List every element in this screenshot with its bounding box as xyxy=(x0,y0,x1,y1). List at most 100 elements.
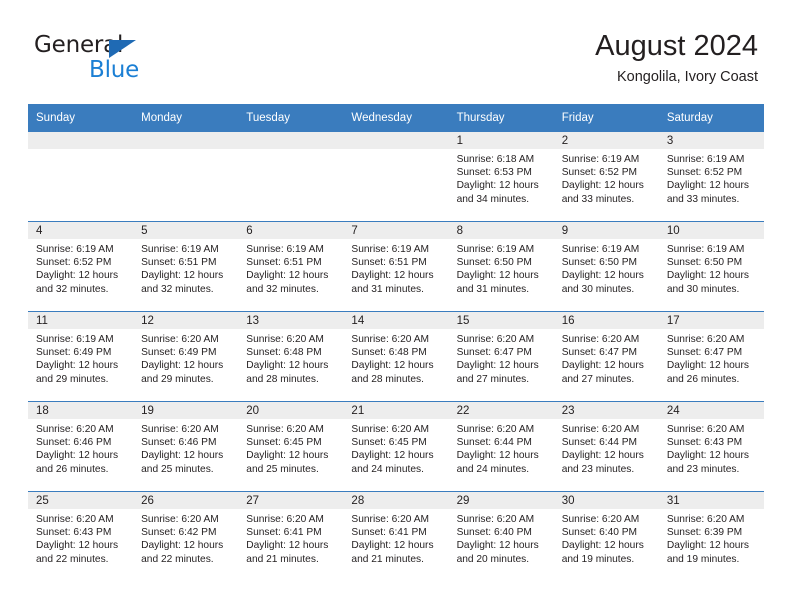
calendar-day-cell[interactable]: 5 Sunrise: 6:19 AM Sunset: 6:51 PM Daylight… xyxy=(133,221,239,312)
day-number: 10 xyxy=(658,222,764,239)
daylight-text-line2: and 21 minutes. xyxy=(351,553,424,565)
calendar-day-cell[interactable]: 23 Sunrise: 6:20 AM Sunset: 6:44 PM Dayligh… xyxy=(553,401,659,492)
sunset-text: Sunset: 6:51 PM xyxy=(141,257,217,269)
daylight-text-line1: Daylight: 12 hours xyxy=(351,360,434,372)
day-cell-inner: 29 Sunrise: 6:20 AM Sunset: 6:40 PM Dayligh… xyxy=(448,492,554,581)
sunset-text: Sunset: 6:50 PM xyxy=(456,257,532,269)
day-cell-details: Sunrise: 6:20 AM Sunset: 6:46 PM Daylight:… xyxy=(28,419,133,476)
calendar-day-cell[interactable]: 17 Sunrise: 6:20 AM Sunset: 6:47 PM Dayligh… xyxy=(658,311,764,402)
calendar-week-row: 1 Sunrise: 6:18 AM Sunset: 6:53 PM Daylight… xyxy=(28,132,764,222)
calendar-empty-cell xyxy=(238,132,344,222)
sunrise-text: Sunrise: 6:20 AM xyxy=(351,334,430,345)
calendar-day-cell[interactable]: 14 Sunrise: 6:20 AM Sunset: 6:48 PM Dayligh… xyxy=(343,311,449,402)
daylight-text-line2: and 22 minutes. xyxy=(141,553,214,565)
daylight-text-line1: Daylight: 12 hours xyxy=(561,270,644,282)
daylight-text-line1: Daylight: 12 hours xyxy=(351,540,434,552)
day-cell-inner: 13 Sunrise: 6:20 AM Sunset: 6:48 PM Dayligh… xyxy=(238,312,344,401)
calendar-day-cell[interactable]: 8 Sunrise: 6:19 AM Sunset: 6:50 PM Daylight… xyxy=(448,221,554,312)
sunrise-text: Sunrise: 6:20 AM xyxy=(36,424,114,435)
logo-text-blue: Blue xyxy=(89,57,140,83)
day-cell-inner xyxy=(133,132,239,221)
calendar-day-cell[interactable]: 6 Sunrise: 6:19 AM Sunset: 6:51 PM Daylight… xyxy=(238,221,344,312)
calendar-day-cell[interactable]: 26 Sunrise: 6:20 AM Sunset: 6:42 PM Dayligh… xyxy=(133,491,239,581)
day-cell-details: Sunrise: 6:19 AM Sunset: 6:52 PM Daylight:… xyxy=(28,239,133,296)
sunrise-text: Sunrise: 6:19 AM xyxy=(351,244,430,255)
daylight-text-line2: and 23 minutes. xyxy=(561,463,635,475)
calendar-day-cell[interactable]: 25 Sunrise: 6:20 AM Sunset: 6:43 PM Dayligh… xyxy=(28,491,134,581)
day-cell-inner: 30 Sunrise: 6:20 AM Sunset: 6:40 PM Dayligh… xyxy=(553,492,659,581)
day-cell-inner: 10 Sunrise: 6:19 AM Sunset: 6:50 PM Dayligh… xyxy=(658,222,764,311)
sunset-text: Sunset: 6:42 PM xyxy=(141,527,217,539)
calendar-empty-cell xyxy=(343,132,449,222)
sunrise-text: Sunrise: 6:20 AM xyxy=(666,334,745,345)
day-cell-inner: 17 Sunrise: 6:20 AM Sunset: 6:47 PM Dayligh… xyxy=(658,312,764,401)
day-cell-inner: 15 Sunrise: 6:20 AM Sunset: 6:47 PM Dayligh… xyxy=(448,312,554,401)
day-cell-inner: 4 Sunrise: 6:19 AM Sunset: 6:52 PM Daylight… xyxy=(28,222,134,311)
day-cell-details: Sunrise: 6:20 AM Sunset: 6:42 PM Daylight:… xyxy=(133,509,238,566)
calendar-day-cell[interactable]: 30 Sunrise: 6:20 AM Sunset: 6:40 PM Dayligh… xyxy=(553,491,659,581)
day-number xyxy=(133,132,239,149)
day-number: 30 xyxy=(553,492,659,509)
calendar-day-cell[interactable]: 4 Sunrise: 6:19 AM Sunset: 6:52 PM Daylight… xyxy=(28,221,134,312)
day-cell-details: Sunrise: 6:19 AM Sunset: 6:49 PM Daylight:… xyxy=(28,329,133,386)
weekday-header-sunday: Sunday xyxy=(28,104,134,132)
daylight-text-line1: Daylight: 12 hours xyxy=(351,270,434,282)
daylight-text-line2: and 25 minutes. xyxy=(246,463,319,475)
calendar-day-cell[interactable]: 9 Sunrise: 6:19 AM Sunset: 6:50 PM Daylight… xyxy=(553,221,659,312)
calendar-day-cell[interactable]: 31 Sunrise: 6:20 AM Sunset: 6:39 PM Dayligh… xyxy=(658,491,764,581)
calendar-day-cell[interactable]: 22 Sunrise: 6:20 AM Sunset: 6:44 PM Dayligh… xyxy=(448,401,554,492)
calendar-day-cell[interactable]: 18 Sunrise: 6:20 AM Sunset: 6:46 PM Dayligh… xyxy=(28,401,134,492)
day-number: 16 xyxy=(553,312,659,329)
sunrise-text: Sunrise: 6:20 AM xyxy=(456,334,535,345)
sunrise-text: Sunrise: 6:19 AM xyxy=(246,244,324,255)
calendar-day-cell[interactable]: 2 Sunrise: 6:19 AM Sunset: 6:52 PM Daylight… xyxy=(553,132,659,222)
calendar-day-cell[interactable]: 3 Sunrise: 6:19 AM Sunset: 6:52 PM Daylight… xyxy=(658,132,764,222)
sunset-text: Sunset: 6:44 PM xyxy=(456,437,532,449)
day-cell-details: Sunrise: 6:20 AM Sunset: 6:40 PM Daylight:… xyxy=(554,509,659,566)
day-cell-inner: 26 Sunrise: 6:20 AM Sunset: 6:42 PM Dayligh… xyxy=(133,492,239,581)
day-cell-inner: 25 Sunrise: 6:20 AM Sunset: 6:43 PM Dayligh… xyxy=(28,492,134,581)
day-cell-details: Sunrise: 6:20 AM Sunset: 6:44 PM Daylight:… xyxy=(554,419,659,476)
calendar-week-row: 11 Sunrise: 6:19 AM Sunset: 6:49 PM Dayligh… xyxy=(28,311,764,402)
day-number: 18 xyxy=(28,402,134,419)
sunrise-text: Sunrise: 6:19 AM xyxy=(666,154,745,165)
general-blue-logo[interactable]: General Blue xyxy=(34,32,234,84)
day-number: 13 xyxy=(238,312,344,329)
day-cell-details xyxy=(133,149,238,153)
day-number: 20 xyxy=(238,402,344,419)
day-cell-details: Sunrise: 6:18 AM Sunset: 6:53 PM Daylight:… xyxy=(449,149,554,206)
calendar-empty-cell xyxy=(28,132,134,222)
day-cell-details: Sunrise: 6:20 AM Sunset: 6:45 PM Daylight:… xyxy=(238,419,343,476)
calendar-day-cell[interactable]: 27 Sunrise: 6:20 AM Sunset: 6:41 PM Dayligh… xyxy=(238,491,344,581)
daylight-text-line1: Daylight: 12 hours xyxy=(456,360,539,372)
calendar-day-cell[interactable]: 15 Sunrise: 6:20 AM Sunset: 6:47 PM Dayligh… xyxy=(448,311,554,402)
calendar-day-cell[interactable]: 1 Sunrise: 6:18 AM Sunset: 6:53 PM Daylight… xyxy=(448,132,554,222)
sunset-text: Sunset: 6:50 PM xyxy=(561,257,638,269)
day-number: 2 xyxy=(553,132,659,149)
calendar-day-cell[interactable]: 13 Sunrise: 6:20 AM Sunset: 6:48 PM Dayligh… xyxy=(238,311,344,402)
calendar-day-cell[interactable]: 10 Sunrise: 6:19 AM Sunset: 6:50 PM Dayligh… xyxy=(658,221,764,312)
calendar-table: Sunday Monday Tuesday Wednesday Thursday… xyxy=(28,104,764,581)
daylight-text-line1: Daylight: 12 hours xyxy=(561,180,644,192)
calendar-day-cell[interactable]: 19 Sunrise: 6:20 AM Sunset: 6:46 PM Dayligh… xyxy=(133,401,239,492)
weekday-header-monday: Monday xyxy=(133,104,239,132)
day-cell-details: Sunrise: 6:20 AM Sunset: 6:46 PM Daylight:… xyxy=(133,419,238,476)
daylight-text-line1: Daylight: 12 hours xyxy=(141,450,224,462)
day-cell-details: Sunrise: 6:19 AM Sunset: 6:50 PM Daylight:… xyxy=(449,239,554,296)
calendar-day-cell[interactable]: 24 Sunrise: 6:20 AM Sunset: 6:43 PM Dayligh… xyxy=(658,401,764,492)
calendar-day-cell[interactable]: 11 Sunrise: 6:19 AM Sunset: 6:49 PM Dayligh… xyxy=(28,311,134,402)
day-cell-inner: 20 Sunrise: 6:20 AM Sunset: 6:45 PM Dayligh… xyxy=(238,402,344,491)
calendar-day-cell[interactable]: 28 Sunrise: 6:20 AM Sunset: 6:41 PM Dayligh… xyxy=(343,491,449,581)
day-number: 22 xyxy=(448,402,554,419)
sunrise-text: Sunrise: 6:20 AM xyxy=(141,424,219,435)
calendar-day-cell[interactable]: 7 Sunrise: 6:19 AM Sunset: 6:51 PM Daylight… xyxy=(343,221,449,312)
calendar-day-cell[interactable]: 12 Sunrise: 6:20 AM Sunset: 6:49 PM Dayligh… xyxy=(133,311,239,402)
day-cell-inner: 1 Sunrise: 6:18 AM Sunset: 6:53 PM Daylight… xyxy=(448,132,554,221)
calendar-day-cell[interactable]: 16 Sunrise: 6:20 AM Sunset: 6:47 PM Dayligh… xyxy=(553,311,659,402)
weekday-header-saturday: Saturday xyxy=(658,104,764,132)
sunset-text: Sunset: 6:39 PM xyxy=(666,527,743,539)
calendar-day-cell[interactable]: 20 Sunrise: 6:20 AM Sunset: 6:45 PM Dayligh… xyxy=(238,401,344,492)
calendar-day-cell[interactable]: 29 Sunrise: 6:20 AM Sunset: 6:40 PM Dayligh… xyxy=(448,491,554,581)
calendar-day-cell[interactable]: 21 Sunrise: 6:20 AM Sunset: 6:45 PM Dayligh… xyxy=(343,401,449,492)
day-cell-inner: 28 Sunrise: 6:20 AM Sunset: 6:41 PM Dayligh… xyxy=(343,492,449,581)
